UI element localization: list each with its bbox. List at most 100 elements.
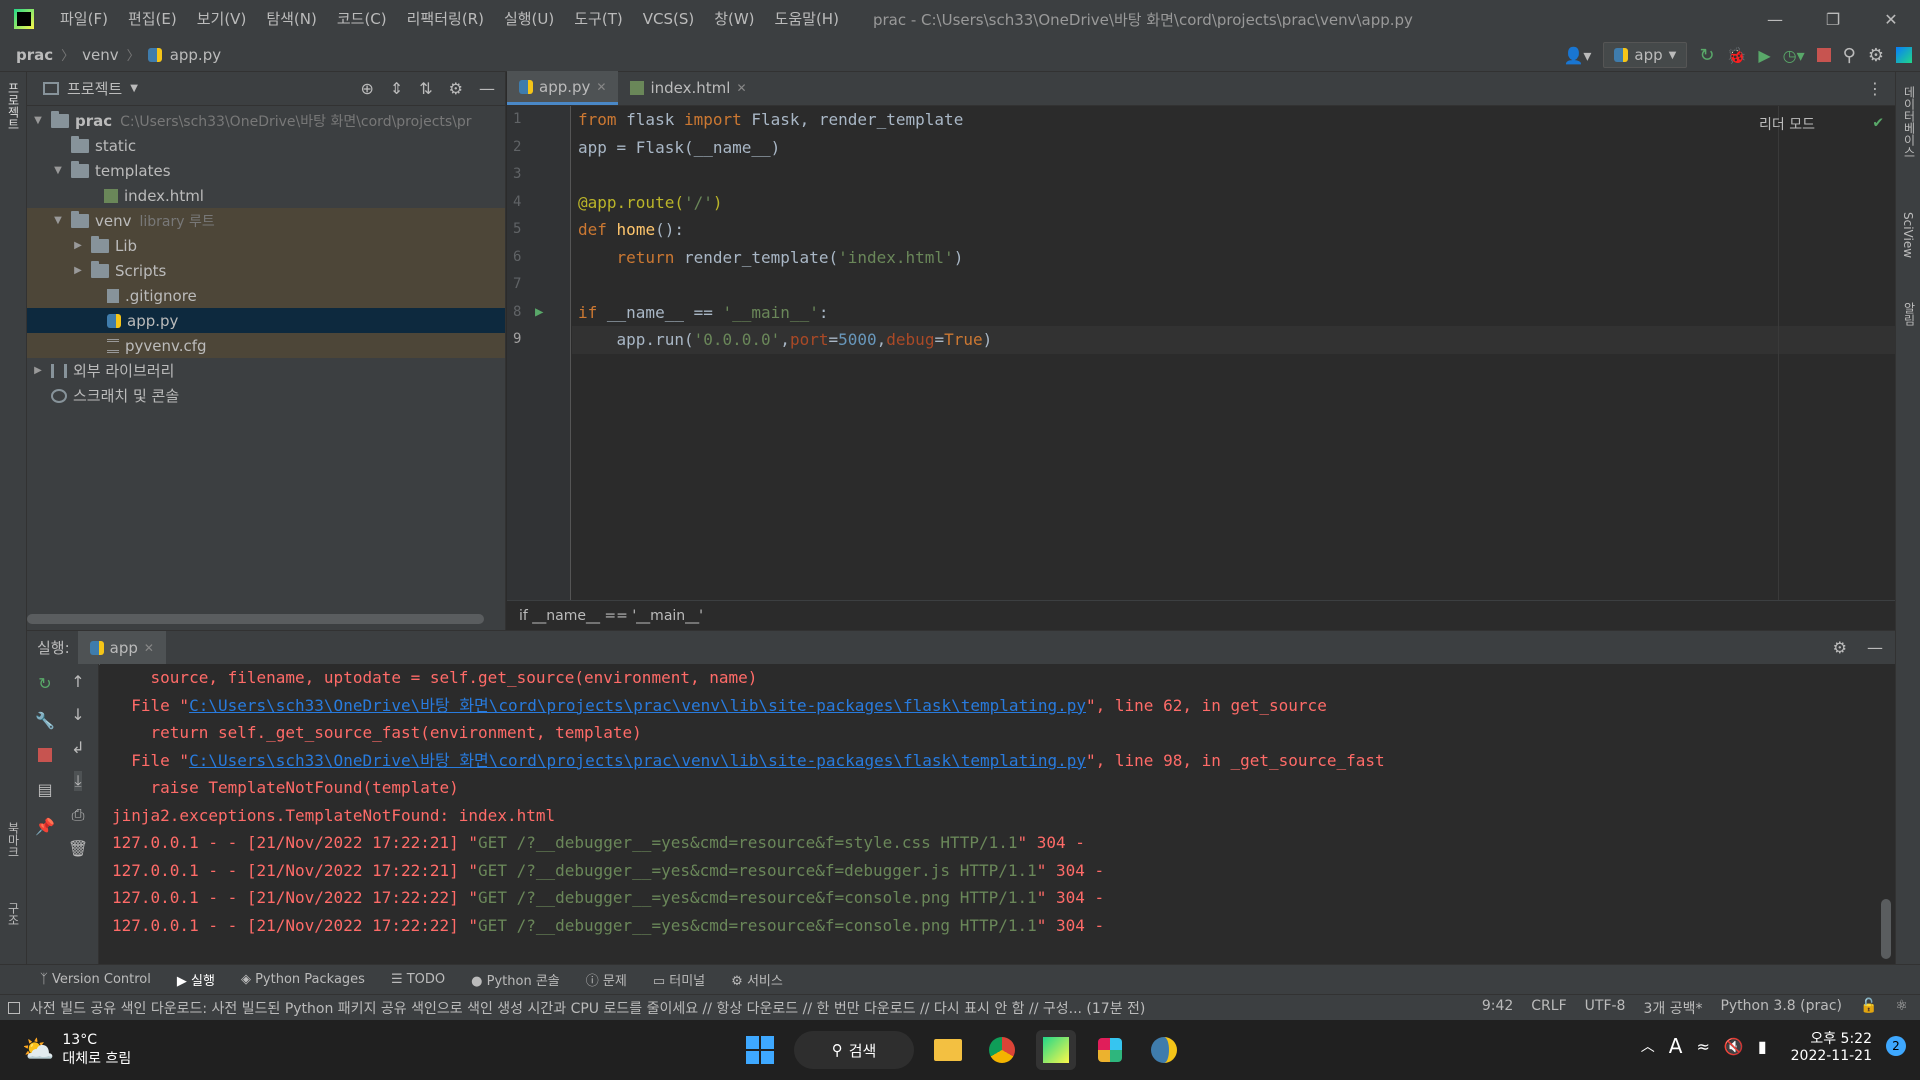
lock-icon[interactable]: 🔓 <box>1860 998 1877 1018</box>
chevron-right-icon[interactable]: ▶ <box>71 265 85 276</box>
arrow-down-icon[interactable]: ↓ <box>71 705 84 724</box>
hide-icon[interactable]: — <box>1867 638 1883 657</box>
windows-start-icon[interactable] <box>740 1030 780 1070</box>
sciview-tool-tab[interactable]: SciView <box>1901 212 1915 258</box>
tree-item-scripts[interactable]: ▶ Scripts <box>27 258 505 283</box>
project-panel-title[interactable]: 프로젝트 <box>67 78 122 99</box>
python-idle-icon[interactable] <box>1144 1030 1184 1070</box>
tab-index-html[interactable]: index.html ✕ <box>618 71 758 105</box>
run-console[interactable]: source, filename, uptodate = self.get_so… <box>100 664 1895 964</box>
status-message[interactable]: 사전 빌드 공유 색인 다운로드: 사전 빌드된 Python 패키지 공유 색… <box>30 998 1145 1018</box>
taskbar-search[interactable]: ⚲ 검색 <box>794 1031 914 1069</box>
menu-edit[interactable]: 편집(E) <box>118 0 187 38</box>
soft-wrap-icon[interactable]: ↲ <box>71 738 84 757</box>
tree-item-lib[interactable]: ▶ Lib <box>27 233 505 258</box>
rerun-icon[interactable]: ↻ <box>38 674 51 693</box>
terminal-tab[interactable]: ▭ 터미널 <box>653 970 705 989</box>
hide-icon[interactable]: — <box>479 79 495 98</box>
tree-item-templates[interactable]: ▼ templates <box>27 158 505 183</box>
menu-file[interactable]: 파일(F) <box>50 0 118 38</box>
run-tab-app[interactable]: app ✕ <box>77 630 166 665</box>
crumb-app-py[interactable]: app.py <box>170 46 221 64</box>
battery-icon[interactable]: ▮ <box>1758 1037 1767 1056</box>
layout-icon[interactable]: ▤ <box>37 780 52 799</box>
trash-icon[interactable]: 🗑 <box>68 839 88 858</box>
file-link[interactable]: C:\Users\sch33\OneDrive\바탕 화면\cord\proje… <box>189 751 1086 770</box>
wifi-icon[interactable]: ≈ <box>1696 1037 1709 1056</box>
indent-setting[interactable]: 3개 공백* <box>1643 998 1702 1018</box>
jetbrains-icon[interactable] <box>1896 47 1912 63</box>
chevron-right-icon[interactable]: ▶ <box>71 240 85 251</box>
user-icon[interactable]: 👤▾ <box>1563 46 1591 65</box>
clock[interactable]: 오후 5:22 2022-11-21 <box>1791 1028 1872 1064</box>
menu-view[interactable]: 보기(V) <box>187 0 257 38</box>
close-window-button[interactable]: ✕ <box>1862 0 1920 38</box>
tree-item-static[interactable]: static <box>27 133 505 158</box>
python-packages-tab[interactable]: ◈ Python Packages <box>241 972 365 987</box>
chrome-icon[interactable] <box>982 1030 1022 1070</box>
database-tool-tab[interactable]: 데이터베이스 <box>1901 86 1918 158</box>
python-console-tab[interactable]: ● Python 콘솔 <box>471 970 560 989</box>
services-tab[interactable]: ⚙ 서비스 <box>731 970 783 989</box>
structure-tool-tab[interactable]: 구조 <box>5 902 22 926</box>
locate-icon[interactable]: ⊕ <box>360 79 373 98</box>
tree-item-scratches[interactable]: 스크래치 및 콘솔 <box>27 383 505 408</box>
settings-icon[interactable]: ⚙ <box>1868 45 1884 66</box>
caret-down-icon[interactable]: ▼ <box>130 83 138 94</box>
gear-icon[interactable]: ⚙ <box>1833 638 1847 657</box>
tree-item-pyvenv-cfg[interactable]: pyvenv.cfg <box>27 333 505 358</box>
tree-item-gitignore[interactable]: .gitignore <box>27 283 505 308</box>
pycharm-taskbar-icon[interactable] <box>1036 1030 1076 1070</box>
run-config-dropdown[interactable]: app ▼ <box>1603 42 1688 68</box>
crumb-prac[interactable]: prac <box>16 46 53 64</box>
close-icon[interactable]: ✕ <box>596 80 606 94</box>
reader-mode-label[interactable]: 리더 모드 <box>1759 114 1815 134</box>
project-tool-tab[interactable]: 프로젝트 <box>5 82 22 130</box>
expand-all-icon[interactable]: ⇕ <box>390 79 403 98</box>
file-explorer-icon[interactable] <box>928 1030 968 1070</box>
run-gutter-icon[interactable]: ▶ <box>535 299 543 327</box>
stop-icon[interactable] <box>1816 48 1831 62</box>
coverage-icon[interactable]: ▶ <box>1758 46 1770 65</box>
version-control-tab[interactable]: ᛉ Version Control <box>40 972 151 987</box>
more-options-icon[interactable]: ⋮ <box>1867 79 1883 98</box>
chevron-down-icon[interactable]: ▼ <box>51 165 65 176</box>
close-icon[interactable]: ✕ <box>736 81 746 95</box>
print-icon[interactable]: ⎙ <box>72 805 85 825</box>
menu-window[interactable]: 창(W) <box>704 0 764 38</box>
arrow-up-icon[interactable]: ↑ <box>71 672 84 691</box>
file-encoding[interactable]: UTF-8 <box>1585 998 1626 1018</box>
stop-icon[interactable] <box>38 748 52 762</box>
chevron-up-icon[interactable]: ︿ <box>1641 1036 1655 1056</box>
tree-item-prac[interactable]: ▼ prac C:\Users\sch33\OneDrive\바탕 화면\cor… <box>27 108 505 133</box>
tree-item-index-html[interactable]: index.html <box>27 183 505 208</box>
scroll-to-end-icon[interactable]: ⤓ <box>74 771 82 791</box>
profile-icon[interactable]: ◷▾ <box>1783 46 1805 65</box>
speaker-muted-icon[interactable]: 🔇 <box>1724 1037 1744 1056</box>
problems-tab[interactable]: ⓘ 문제 <box>586 970 627 989</box>
notification-badge[interactable]: 2 <box>1886 1036 1906 1056</box>
code-editor[interactable]: from flask import Flask, render_template… <box>572 106 1895 600</box>
menu-vcs[interactable]: VCS(S) <box>633 0 704 38</box>
chevron-right-icon[interactable]: ▶ <box>31 365 45 376</box>
notifications-tool-tab[interactable]: 알림 <box>1901 302 1918 326</box>
menu-refactor[interactable]: 리팩터링(R) <box>397 0 494 38</box>
bookmarks-tool-tab[interactable]: 북마크 <box>5 822 22 858</box>
menu-navigate[interactable]: 탐색(N) <box>256 0 327 38</box>
code-breadcrumb[interactable]: if __name__ == '__main__' <box>507 600 1895 630</box>
chevron-down-icon[interactable]: ▼ <box>31 115 45 126</box>
collapse-all-icon[interactable]: ⇅ <box>419 79 432 98</box>
search-icon[interactable]: ⚲ <box>1843 45 1856 66</box>
tree-item-app-py[interactable]: app.py <box>27 308 505 333</box>
close-icon[interactable]: ✕ <box>144 641 154 655</box>
menu-help[interactable]: 도움말(H) <box>765 0 849 38</box>
layout-toggle-icon[interactable] <box>8 1001 20 1014</box>
interpreter[interactable]: Python 3.8 (prac) <box>1720 998 1842 1018</box>
file-link[interactable]: C:\Users\sch33\OneDrive\바탕 화면\cord\proje… <box>189 696 1086 715</box>
menu-run[interactable]: 실행(U) <box>494 0 564 38</box>
tree-item-external-libraries[interactable]: ▶ 외부 라이브러리 <box>27 358 505 383</box>
menu-code[interactable]: 코드(C) <box>327 0 397 38</box>
tree-item-venv[interactable]: ▼ venv library 루트 <box>27 208 505 233</box>
menu-tools[interactable]: 도구(T) <box>564 0 632 38</box>
restore-button[interactable]: ❐ <box>1804 0 1862 38</box>
